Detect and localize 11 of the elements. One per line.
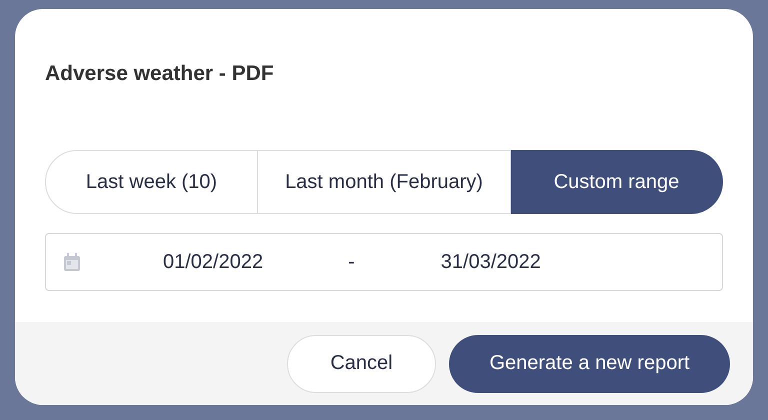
dialog-title: Adverse weather - PDF [45, 61, 275, 87]
range-tab[interactable]: Custom range [511, 150, 723, 214]
end-date: 31/03/2022 [440, 250, 541, 274]
range-tab[interactable]: Last week (10) [45, 150, 258, 214]
range-tab[interactable]: Last month (February) [258, 150, 511, 214]
date-separator: - [348, 250, 355, 274]
cancel-button[interactable]: Cancel [287, 334, 436, 392]
generate-button[interactable]: Generate a new report [449, 334, 730, 392]
date-range-field[interactable]: 01/02/2022 - 31/03/2022 [45, 233, 723, 291]
start-date: 01/02/2022 [163, 250, 264, 274]
calendar-icon [64, 253, 80, 271]
